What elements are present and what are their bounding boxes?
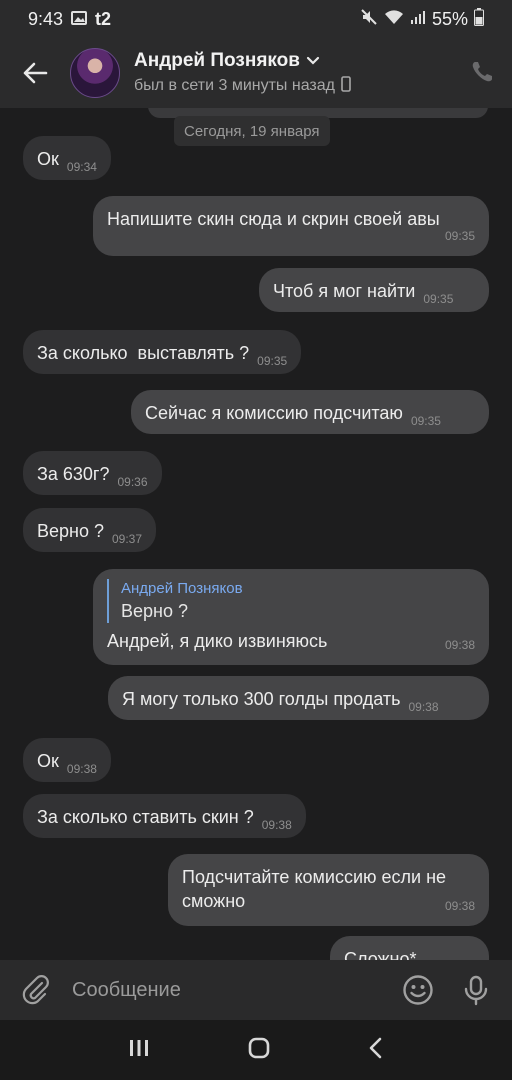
message-text: За сколько выставлять ?	[37, 343, 250, 363]
message-time: 09:35	[423, 292, 454, 306]
contact-name: Андрей Позняков	[134, 49, 300, 71]
paperclip-icon[interactable]	[0, 975, 72, 1005]
message-time: 09:35	[257, 354, 288, 368]
message-text: Подсчитайте комиссию если не сможно	[182, 867, 447, 911]
mic-icon[interactable]	[460, 974, 492, 1011]
message-text: Сложно*	[344, 949, 417, 960]
chat-header: Андрей Позняков был в сети 3 минуты наза…	[0, 38, 512, 108]
back-arrow-icon[interactable]	[0, 38, 70, 108]
message-time: 09:37	[112, 532, 143, 546]
message-time: 09:38	[444, 899, 475, 913]
emoji-icon[interactable]	[402, 974, 434, 1011]
message-text: Ок	[37, 751, 59, 771]
message-outgoing-partial[interactable]: Сложно*	[330, 936, 489, 960]
message-text: Андрей, я дико извиняюсь	[107, 631, 328, 651]
message-outgoing-reply[interactable]: Андрей Позняков Верно ? Андрей, я дико и…	[93, 569, 489, 665]
message-time: 09:38	[408, 700, 439, 714]
phone-icon[interactable]	[470, 60, 494, 89]
system-nav-bar	[0, 1020, 512, 1080]
message-text: Ок	[37, 149, 59, 169]
reply-author: Андрей Позняков	[121, 580, 243, 597]
mobile-icon	[341, 75, 351, 97]
back-icon[interactable]	[368, 1037, 384, 1064]
message-text: Напишите скин сюда и скрин своей авы	[107, 209, 440, 229]
message-text: Я могу только 300 голды продать	[122, 689, 401, 709]
mute-icon	[360, 8, 378, 31]
message-outgoing[interactable]: Напишите скин сюда и скрин своей авы 09:…	[93, 196, 489, 256]
reply-quote[interactable]: Андрей Позняков Верно ?	[107, 579, 475, 623]
recents-icon[interactable]	[128, 1038, 150, 1063]
message-composer: Сообщение	[0, 960, 512, 1020]
chevron-down-icon	[306, 50, 320, 72]
message-incoming[interactable]: За сколько выставлять ? 09:35	[23, 330, 302, 374]
signal-icon	[410, 9, 426, 30]
message-time: 09:34	[66, 160, 97, 174]
reply-text: Верно ?	[121, 601, 188, 621]
message-time: 09:38	[261, 818, 292, 832]
avatar[interactable]	[70, 48, 120, 98]
date-separator: Сегодня, 19 января	[174, 116, 330, 146]
message-text: Верно ?	[37, 521, 104, 541]
message-incoming[interactable]: Ок 09:34	[23, 136, 111, 180]
status-bar: 9:43 t2 55%	[0, 0, 512, 38]
message-time: 09:36	[117, 475, 148, 489]
message-time: 09:35	[410, 414, 441, 428]
gallery-icon	[71, 10, 88, 28]
message-text: За сколько ставить скин ?	[37, 807, 254, 827]
message-incoming[interactable]: Верно ? 09:37	[23, 508, 157, 552]
message-list[interactable]: Сегодня, 19 января Ок 09:34 Напишите скин…	[0, 108, 512, 960]
message-time: 09:38	[444, 638, 475, 652]
message-outgoing[interactable]: Чтоб я мог найти 09:35	[259, 268, 489, 312]
message-incoming[interactable]: За 630г? 09:36	[23, 451, 162, 495]
message-input[interactable]: Сообщение	[72, 979, 181, 1002]
carrier-label: t2	[95, 8, 112, 29]
message-time: 09:38	[66, 762, 97, 776]
message-outgoing[interactable]: Подсчитайте комиссию если не сможно 09:3…	[168, 854, 489, 926]
message-text: Сейчас я комиссию подсчитаю	[145, 403, 403, 423]
battery-icon	[474, 7, 484, 31]
message-incoming[interactable]: За сколько ставить скин ? 09:38	[23, 794, 306, 838]
message-outgoing[interactable]: Я могу только 300 голды продать 09:38	[108, 676, 489, 720]
message-text: За 630г?	[37, 464, 110, 484]
message-incoming[interactable]: Ок 09:38	[23, 738, 111, 782]
home-icon[interactable]	[247, 1036, 271, 1065]
contact-status: был в сети 3 минуты назад	[134, 77, 335, 94]
wifi-icon	[384, 9, 404, 30]
status-time: 9:43	[28, 8, 64, 29]
contact-info[interactable]: Андрей Позняков был в сети 3 минуты наза…	[134, 50, 351, 97]
message-outgoing[interactable]: Сейчас я комиссию подсчитаю 09:35	[131, 390, 489, 434]
battery-percent: 55%	[431, 8, 468, 29]
message-time: 09:35	[444, 229, 475, 243]
message-text: Чтоб я мог найти	[273, 281, 416, 301]
